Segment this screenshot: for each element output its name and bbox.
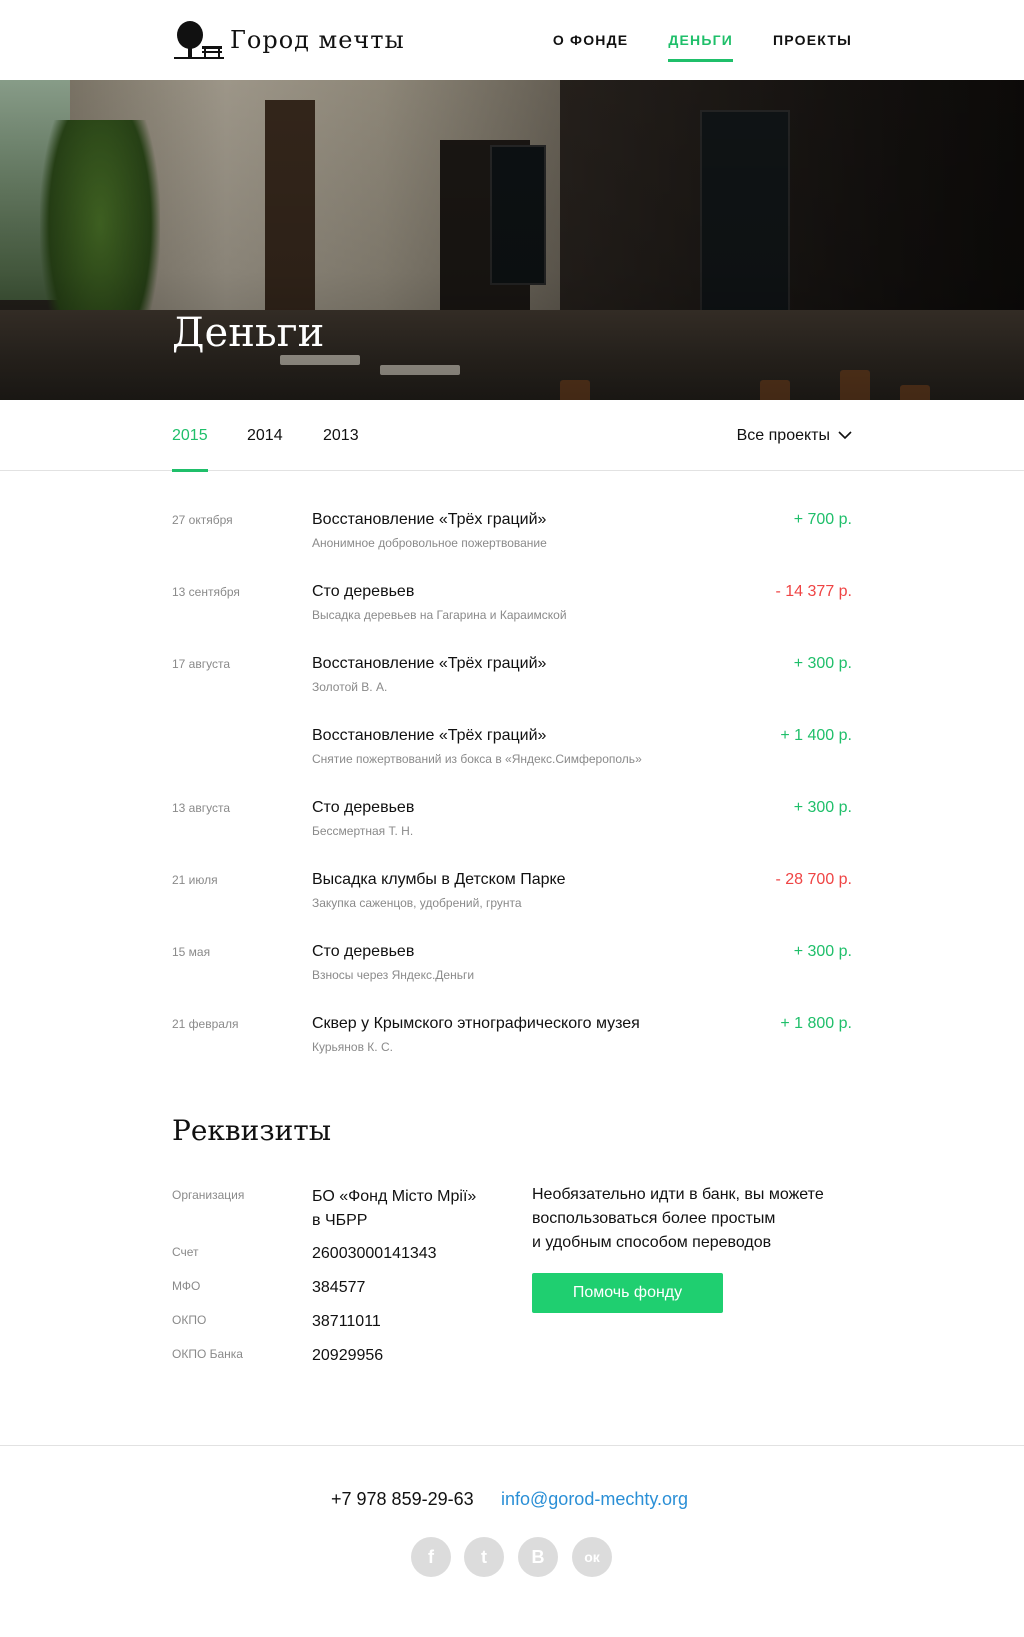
requisite-label: Счет <box>172 1245 199 1259</box>
transaction-amount: + 1 400 р. <box>780 727 852 744</box>
transaction-amount: + 300 р. <box>793 943 852 960</box>
transaction-title: Восстановление «Трёх граций» <box>312 727 547 744</box>
vk-icon[interactable]: B <box>518 1537 558 1577</box>
chevron-down-icon <box>838 431 852 440</box>
transaction-date: 21 февраля <box>172 1017 239 1031</box>
footer-email-link[interactable]: info@gorod-mechty.org <box>501 1489 688 1510</box>
transaction-date: 13 сентября <box>172 585 240 599</box>
requisite-label: Организация <box>172 1188 245 1202</box>
logo-text: Город мечты <box>230 26 405 54</box>
transaction-subtitle: Анонимное добровольное пожертвование <box>312 536 547 550</box>
requisite-organization: Организация БО «Фонд Місто Мрії» в ЧБРР <box>172 1185 502 1237</box>
transaction-subtitle: Золотой В. А. <box>312 680 388 694</box>
transaction-subtitle: Закупка саженцов, удобрений, грунта <box>312 896 522 910</box>
requisites-title: Реквизиты <box>172 1114 332 1147</box>
transaction-title: Восстановление «Трёх граций» <box>312 511 547 528</box>
transaction-title: Сто деревьев <box>312 799 415 816</box>
footer-phone[interactable]: +7 978 859-29-63 <box>331 1489 474 1510</box>
transaction-row: Восстановление «Трёх граций» Снятие поже… <box>172 713 852 785</box>
hero-banner: Деньги <box>0 80 1024 400</box>
transaction-title: Высадка клумбы в Детском Парке <box>312 871 566 888</box>
transaction-row: 13 сентября Сто деревьев Высадка деревье… <box>172 569 852 641</box>
transaction-row: 21 июля Высадка клумбы в Детском Парке З… <box>172 857 852 929</box>
facebook-icon[interactable]: f <box>411 1537 451 1577</box>
transaction-row: 27 октября Восстановление «Трёх граций» … <box>172 497 852 569</box>
twitter-icon[interactable]: t <box>464 1537 504 1577</box>
transaction-list: 27 октября Восстановление «Трёх граций» … <box>172 497 852 1073</box>
transaction-date: 15 мая <box>172 945 211 959</box>
nav-item-projects[interactable]: Проекты <box>773 0 852 80</box>
transfer-note: Необязательно идти в банк, вы можете вос… <box>532 1183 852 1255</box>
main-nav: О фонде Деньги Проекты <box>513 0 852 80</box>
requisite-value-line: БО «Фонд Місто Мрії» <box>312 1188 477 1205</box>
transaction-subtitle: Высадка деревьев на Гагарина и Караимско… <box>312 608 567 622</box>
transaction-subtitle: Бессмертная Т. Н. <box>312 824 414 838</box>
requisite-value: 384577 <box>312 1279 366 1296</box>
hero-overlay <box>0 80 1024 400</box>
transaction-subtitle: Снятие пожертвований из бокса в «Яндекс.… <box>312 752 642 766</box>
project-filter-label: Все проекты <box>736 427 830 444</box>
transaction-subtitle: Курьянов К. С. <box>312 1040 393 1054</box>
transaction-amount: + 300 р. <box>793 655 852 672</box>
requisite-label: ОКПО <box>172 1313 207 1327</box>
page-title: Деньги <box>172 310 325 356</box>
transaction-title: Сквер у Крымского этнографического музея <box>312 1015 640 1032</box>
nav-item-money[interactable]: Деньги <box>668 0 733 80</box>
transaction-date: 21 июля <box>172 873 218 887</box>
tree-bench-icon <box>174 21 224 59</box>
requisite-bank-okpo: ОКПО Банка 20929956 <box>172 1344 502 1374</box>
transaction-date: 17 августа <box>172 657 231 671</box>
transaction-row: 21 февраля Сквер у Крымского этнографиче… <box>172 1001 852 1073</box>
requisite-value: 20929956 <box>312 1347 384 1364</box>
footer-divider <box>0 1445 1024 1446</box>
transaction-row: 13 августа Сто деревьев Бессмертная Т. Н… <box>172 785 852 857</box>
project-filter-dropdown[interactable]: Все проекты <box>737 400 852 471</box>
tab-2013[interactable]: 2013 <box>323 400 359 471</box>
transaction-title: Восстановление «Трёх граций» <box>312 655 547 672</box>
tab-2014[interactable]: 2014 <box>247 400 283 471</box>
transaction-amount: + 1 800 р. <box>780 1015 852 1032</box>
transaction-amount: - 28 700 р. <box>775 871 853 888</box>
transfer-note-line: воспользоваться более простым <box>532 1210 776 1227</box>
transaction-amount: - 14 377 р. <box>775 583 853 600</box>
transaction-date: 27 октября <box>172 513 233 527</box>
requisite-value: БО «Фонд Місто Мрії» в ЧБРР <box>312 1185 512 1233</box>
transfer-note-line: Необязательно идти в банк, вы можете <box>532 1186 824 1203</box>
transaction-subtitle: Взносы через Яндекс.Деньги <box>312 968 475 982</box>
transfer-note-line: и удобным способом переводов <box>532 1234 772 1251</box>
nav-item-about[interactable]: О фонде <box>553 0 628 80</box>
logo[interactable]: Город мечты <box>172 18 405 62</box>
help-fund-button[interactable]: Помочь фонду <box>532 1273 723 1313</box>
tab-2015[interactable]: 2015 <box>172 400 208 472</box>
transaction-title: Сто деревьев <box>312 583 415 600</box>
requisite-okpo: ОКПО 38711011 <box>172 1310 502 1340</box>
requisite-value: 38711011 <box>312 1313 381 1330</box>
requisite-label: ОКПО Банка <box>172 1347 243 1361</box>
site-header: Город мечты О фонде Деньги Проекты <box>0 0 1024 80</box>
transaction-title: Сто деревьев <box>312 943 415 960</box>
odnoklassniki-icon[interactable]: ок <box>572 1537 612 1577</box>
transaction-row: 15 мая Сто деревьев Взносы через Яндекс.… <box>172 929 852 1001</box>
requisite-account: Счет 26003000141343 <box>172 1242 502 1272</box>
requisite-value-line: в ЧБРР <box>312 1212 368 1229</box>
year-tabs: 2015 2014 2013 Все проекты <box>0 400 1024 472</box>
requisite-label: МФО <box>172 1279 201 1293</box>
transaction-amount: + 300 р. <box>793 799 852 816</box>
transaction-amount: + 700 р. <box>793 511 852 528</box>
transaction-row: 17 августа Восстановление «Трёх граций» … <box>172 641 852 713</box>
requisite-value: 26003000141343 <box>312 1245 437 1262</box>
transaction-date: 13 августа <box>172 801 231 815</box>
requisite-mfo: МФО 384577 <box>172 1276 502 1306</box>
